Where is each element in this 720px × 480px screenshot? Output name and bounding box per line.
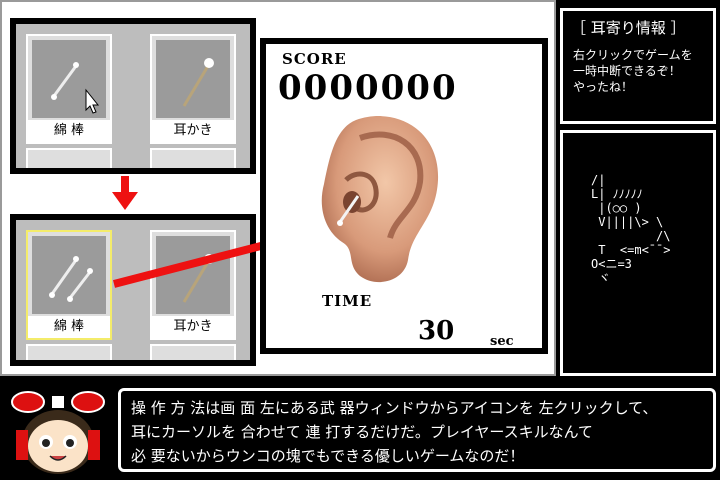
weapon-label: 耳かき bbox=[152, 316, 234, 338]
cotton-swab-icon bbox=[32, 236, 106, 314]
weapon-label: 綿 棒 bbox=[28, 120, 110, 142]
ascii-art-panel: /| L| ﾉﾉﾉﾉﾉ |(○○ ) V||||\> \ /\ T <=m<¯¯… bbox=[560, 130, 716, 376]
cotton-swab-icon bbox=[32, 40, 106, 118]
ear-pick-icon bbox=[156, 40, 230, 118]
reimu-avatar bbox=[11, 391, 105, 474]
score-value: 0000000 bbox=[278, 68, 458, 108]
info-panel: ［ 耳寄り情報 ］ 右クリックでゲームを 一時中断できるぞ！ やったね！ bbox=[560, 8, 716, 124]
time-value: 30 bbox=[418, 316, 455, 346]
dialog-line: 操 作 方 法は画 面 左にある武 器ウィンドウからアイコンを 左クリックして、 bbox=[131, 399, 658, 417]
time-unit: sec bbox=[490, 334, 514, 349]
weapon-slot-empty bbox=[26, 148, 112, 168]
weapon-slot-empty bbox=[150, 344, 236, 360]
down-arrow-icon bbox=[112, 176, 138, 210]
weapon-slot-cotton-swab[interactable]: 綿 棒 bbox=[26, 34, 112, 144]
dialog-box: 操 作 方 法は画 面 左にある武 器ウィンドウからアイコンを 左クリックして、… bbox=[118, 388, 716, 472]
dialog-line: 耳にカーソルを 合わせて 連 打するだけだ。プレイヤースキルなんて bbox=[131, 423, 593, 441]
weapon-window-top: 綿 棒 耳かき bbox=[10, 18, 256, 174]
weapon-label: 綿 棒 bbox=[28, 316, 110, 338]
dialog-line: 必 要ないからウンコの塊でもできる優しいゲームなのだ！ bbox=[131, 447, 525, 465]
weapon-slot-empty bbox=[150, 148, 236, 168]
weapon-slot-ear-pick[interactable]: 耳かき bbox=[150, 34, 236, 144]
game-window: SCORE 0000000 TIME 30 sec bbox=[260, 38, 548, 354]
time-label: TIME bbox=[322, 292, 373, 310]
info-text: 右クリックでゲームを 一時中断できるぞ！ やったね！ bbox=[573, 48, 693, 94]
weapon-slot-empty bbox=[26, 344, 112, 360]
ear-target[interactable] bbox=[316, 110, 446, 286]
score-label: SCORE bbox=[282, 50, 347, 68]
ascii-art: /| L| ﾉﾉﾉﾉﾉ |(○○ ) V||||\> \ /\ T <=m<¯¯… bbox=[591, 173, 671, 285]
weapon-label: 耳かき bbox=[152, 120, 234, 142]
info-title: ［ 耳寄り情報 ］ bbox=[571, 19, 686, 37]
